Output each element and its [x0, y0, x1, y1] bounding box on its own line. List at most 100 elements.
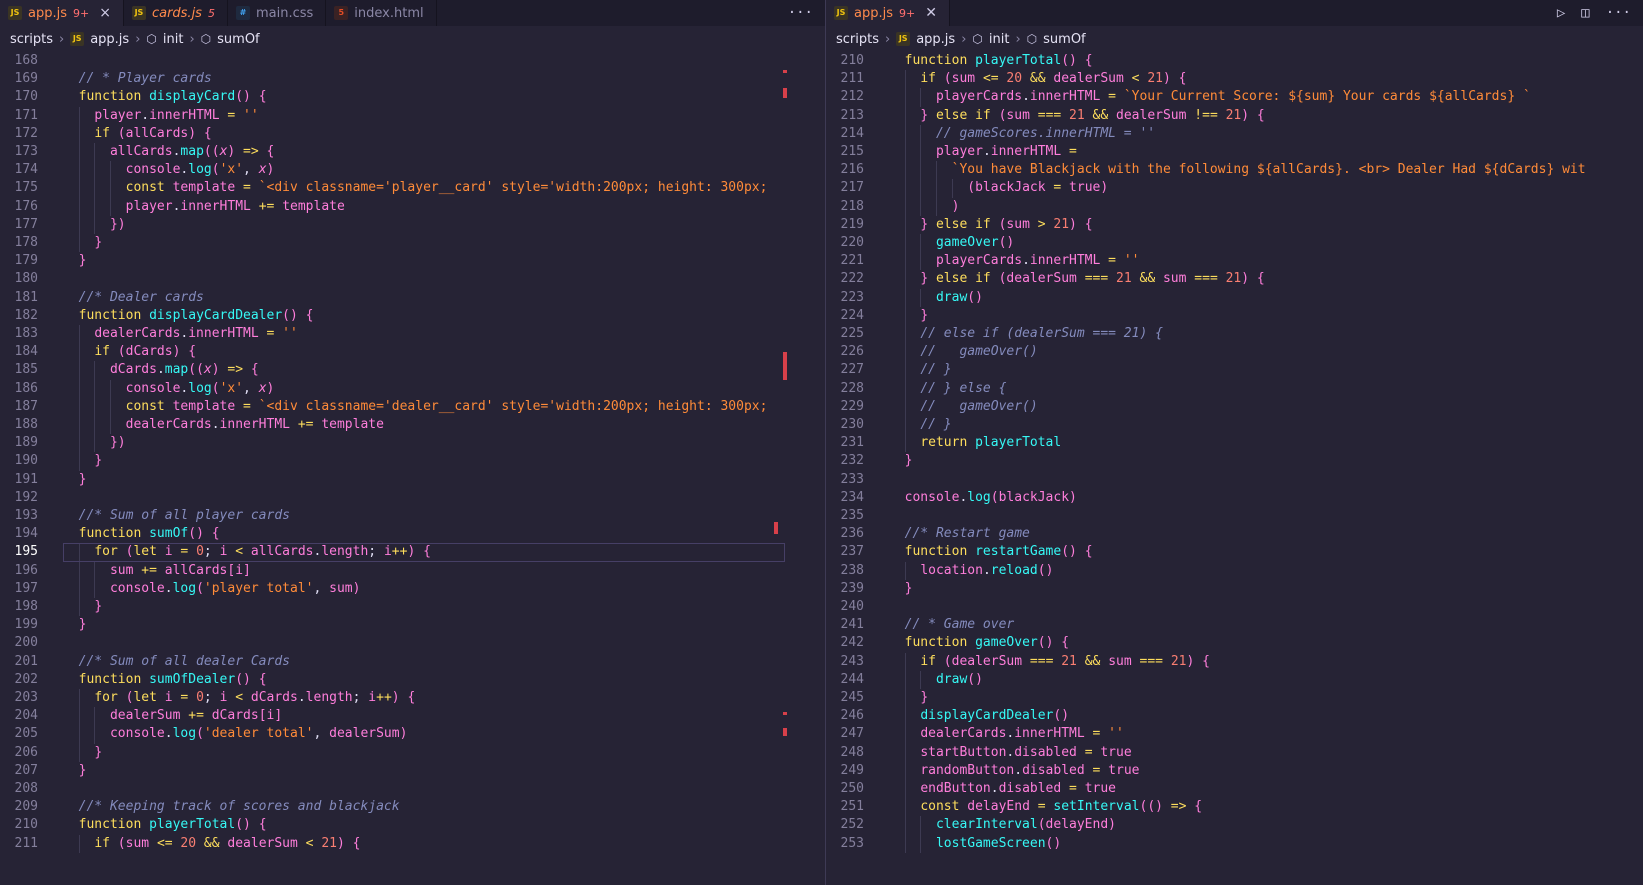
- code-line[interactable]: dCards.map((x) => {: [63, 361, 259, 379]
- code-line[interactable]: location.reload(): [889, 562, 1053, 580]
- code-line[interactable]: }: [63, 471, 87, 489]
- code-line[interactable]: // } else {: [889, 380, 1006, 398]
- code-line[interactable]: }: [889, 452, 913, 470]
- code-line[interactable]: // * Game over: [889, 616, 1015, 634]
- code-line[interactable]: }: [63, 744, 102, 762]
- code-line[interactable]: ): [889, 198, 960, 216]
- more-actions-icon[interactable]: ···: [788, 5, 813, 21]
- code-line[interactable]: //* Keeping track of scores and blackjac…: [63, 798, 400, 816]
- code-line[interactable]: // gameOver(): [889, 343, 1037, 361]
- code-line[interactable]: if (dealerSum === 21 && sum === 21) {: [889, 653, 1210, 671]
- code-line[interactable]: allCards.map((x) => {: [63, 143, 274, 161]
- more-actions-icon[interactable]: ···: [1606, 5, 1631, 21]
- code-line[interactable]: //* Sum of all player cards: [63, 507, 290, 525]
- code-line[interactable]: for (let i = 0; i < allCards.length; i++…: [63, 543, 785, 561]
- code-line[interactable]: if (sum <= 20 && dealerSum < 21) {: [63, 835, 360, 853]
- code-line[interactable]: const delayEnd = setInterval(() => {: [889, 798, 1202, 816]
- tab-cards-js[interactable]: JS cards.js 5: [123, 0, 228, 26]
- tab-index-html[interactable]: 5 index.html: [326, 0, 437, 26]
- code-line[interactable]: } else if (sum > 21) {: [889, 216, 1092, 234]
- code-line[interactable]: lostGameScreen(): [889, 835, 1061, 853]
- code-line[interactable]: function playerTotal() {: [63, 816, 267, 834]
- code-line[interactable]: startButton.disabled = true: [889, 744, 1131, 762]
- code-line[interactable]: function playerTotal() {: [889, 52, 1093, 70]
- breadcrumb-item-symbol[interactable]: sumOf: [217, 32, 260, 47]
- code-line[interactable]: gameOver(): [889, 234, 1014, 252]
- code-line[interactable]: // }: [889, 361, 951, 379]
- code-line[interactable]: sum += allCards[i]: [63, 562, 251, 580]
- breadcrumb-item-folder[interactable]: scripts: [10, 32, 53, 47]
- code-line[interactable]: //* Restart game: [889, 525, 1030, 543]
- code-line[interactable]: if (allCards) {: [63, 125, 211, 143]
- code-line[interactable]: // else if (dealerSum === 21) {: [889, 325, 1163, 343]
- code-line[interactable]: }: [889, 580, 913, 598]
- code-line[interactable]: console.log('dealer total', dealerSum): [63, 725, 407, 743]
- code-line[interactable]: clearInterval(delayEnd): [889, 816, 1116, 834]
- split-editor-icon[interactable]: ◫: [1581, 5, 1589, 21]
- code-line[interactable]: // gameOver(): [889, 398, 1037, 416]
- code-line[interactable]: console.log('x', x): [63, 161, 275, 179]
- code-line[interactable]: const template = `<div classname='player…: [63, 179, 768, 197]
- code-line[interactable]: function displayCardDealer() {: [63, 307, 314, 325]
- breadcrumb-item-folder[interactable]: scripts: [836, 32, 879, 47]
- code-line[interactable]: }: [63, 762, 87, 780]
- code-line[interactable]: }: [889, 307, 928, 325]
- code-line[interactable]: player.innerHTML += template: [63, 198, 345, 216]
- code-area[interactable]: 210 function playerTotal() {211 if (sum …: [826, 52, 1643, 885]
- code-line[interactable]: if (sum <= 20 && dealerSum < 21) {: [889, 70, 1186, 88]
- code-line[interactable]: if (dCards) {: [63, 343, 196, 361]
- code-line[interactable]: endButton.disabled = true: [889, 780, 1116, 798]
- tab-app-js[interactable]: JS app.js 9+ ✕: [826, 0, 950, 26]
- code-line[interactable]: randomButton.disabled = true: [889, 762, 1139, 780]
- code-line[interactable]: `You have Blackjack with the following $…: [889, 161, 1586, 179]
- code-line[interactable]: }: [63, 616, 87, 634]
- breadcrumb-item-symbol[interactable]: init: [163, 32, 184, 47]
- code-line[interactable]: return playerTotal: [889, 434, 1061, 452]
- tab-main-css[interactable]: # main.css: [227, 0, 327, 26]
- code-line[interactable]: //* Dealer cards: [63, 289, 204, 307]
- code-line[interactable]: function sumOf() {: [63, 525, 220, 543]
- code-line[interactable]: // gameScores.innerHTML = '': [889, 125, 1155, 143]
- code-line[interactable]: // }: [889, 416, 951, 434]
- code-line[interactable]: // * Player cards: [63, 70, 212, 88]
- code-line[interactable]: dealerSum += dCards[i]: [63, 707, 282, 725]
- code-line[interactable]: function sumOfDealer() {: [63, 671, 267, 689]
- code-line[interactable]: console.log(blackJack): [889, 489, 1077, 507]
- code-line[interactable]: function displayCard() {: [63, 88, 267, 106]
- code-line[interactable]: function restartGame() {: [889, 543, 1093, 561]
- code-line[interactable]: for (let i = 0; i < dCards.length; i++) …: [63, 689, 415, 707]
- code-line[interactable]: dealerCards.innerHTML = '': [889, 725, 1124, 743]
- code-line[interactable]: console.log('player total', sum): [63, 580, 360, 598]
- code-line[interactable]: } else if (sum === 21 && dealerSum !== 2…: [889, 107, 1264, 125]
- code-line[interactable]: }: [63, 598, 102, 616]
- code-line[interactable]: const template = `<div classname='dealer…: [63, 398, 768, 416]
- code-line[interactable]: }: [63, 234, 102, 252]
- code-area[interactable]: 168 169 // * Player cards 170 function dis…: [0, 52, 825, 885]
- code-line[interactable]: }): [63, 434, 126, 452]
- code-line[interactable]: dealerCards.innerHTML += template: [63, 416, 384, 434]
- code-line[interactable]: player.innerHTML = '': [63, 107, 258, 125]
- code-line[interactable]: }): [63, 216, 126, 234]
- code-line[interactable]: playerCards.innerHTML = '': [889, 252, 1140, 270]
- breadcrumb-item-symbol[interactable]: init: [989, 32, 1010, 47]
- code-line[interactable]: draw(): [889, 671, 983, 689]
- code-line[interactable]: } else if (dealerSum === 21 && sum === 2…: [889, 270, 1264, 288]
- code-line[interactable]: }: [889, 689, 928, 707]
- code-line[interactable]: playerCards.innerHTML = `Your Current Sc…: [889, 88, 1531, 106]
- code-line[interactable]: player.innerHTML =: [889, 143, 1077, 161]
- code-line[interactable]: function gameOver() {: [889, 634, 1069, 652]
- code-line[interactable]: }: [63, 452, 102, 470]
- code-line[interactable]: draw(): [889, 289, 983, 307]
- code-line[interactable]: dealerCards.innerHTML = '': [63, 325, 298, 343]
- close-icon[interactable]: ✕: [925, 5, 937, 21]
- close-icon[interactable]: ×: [99, 5, 111, 21]
- code-line[interactable]: }: [63, 252, 87, 270]
- code-line[interactable]: //* Sum of all dealer Cards: [63, 653, 290, 671]
- tab-app-js[interactable]: JS app.js 9+ ×: [0, 0, 124, 26]
- breadcrumb-item-file[interactable]: app.js: [916, 32, 955, 47]
- breadcrumb-item-file[interactable]: app.js: [90, 32, 129, 47]
- code-line[interactable]: displayCardDealer(): [889, 707, 1069, 725]
- code-line[interactable]: (blackJack = true): [889, 179, 1108, 197]
- breadcrumb-item-symbol[interactable]: sumOf: [1043, 32, 1086, 47]
- code-line[interactable]: console.log('x', x): [63, 380, 275, 398]
